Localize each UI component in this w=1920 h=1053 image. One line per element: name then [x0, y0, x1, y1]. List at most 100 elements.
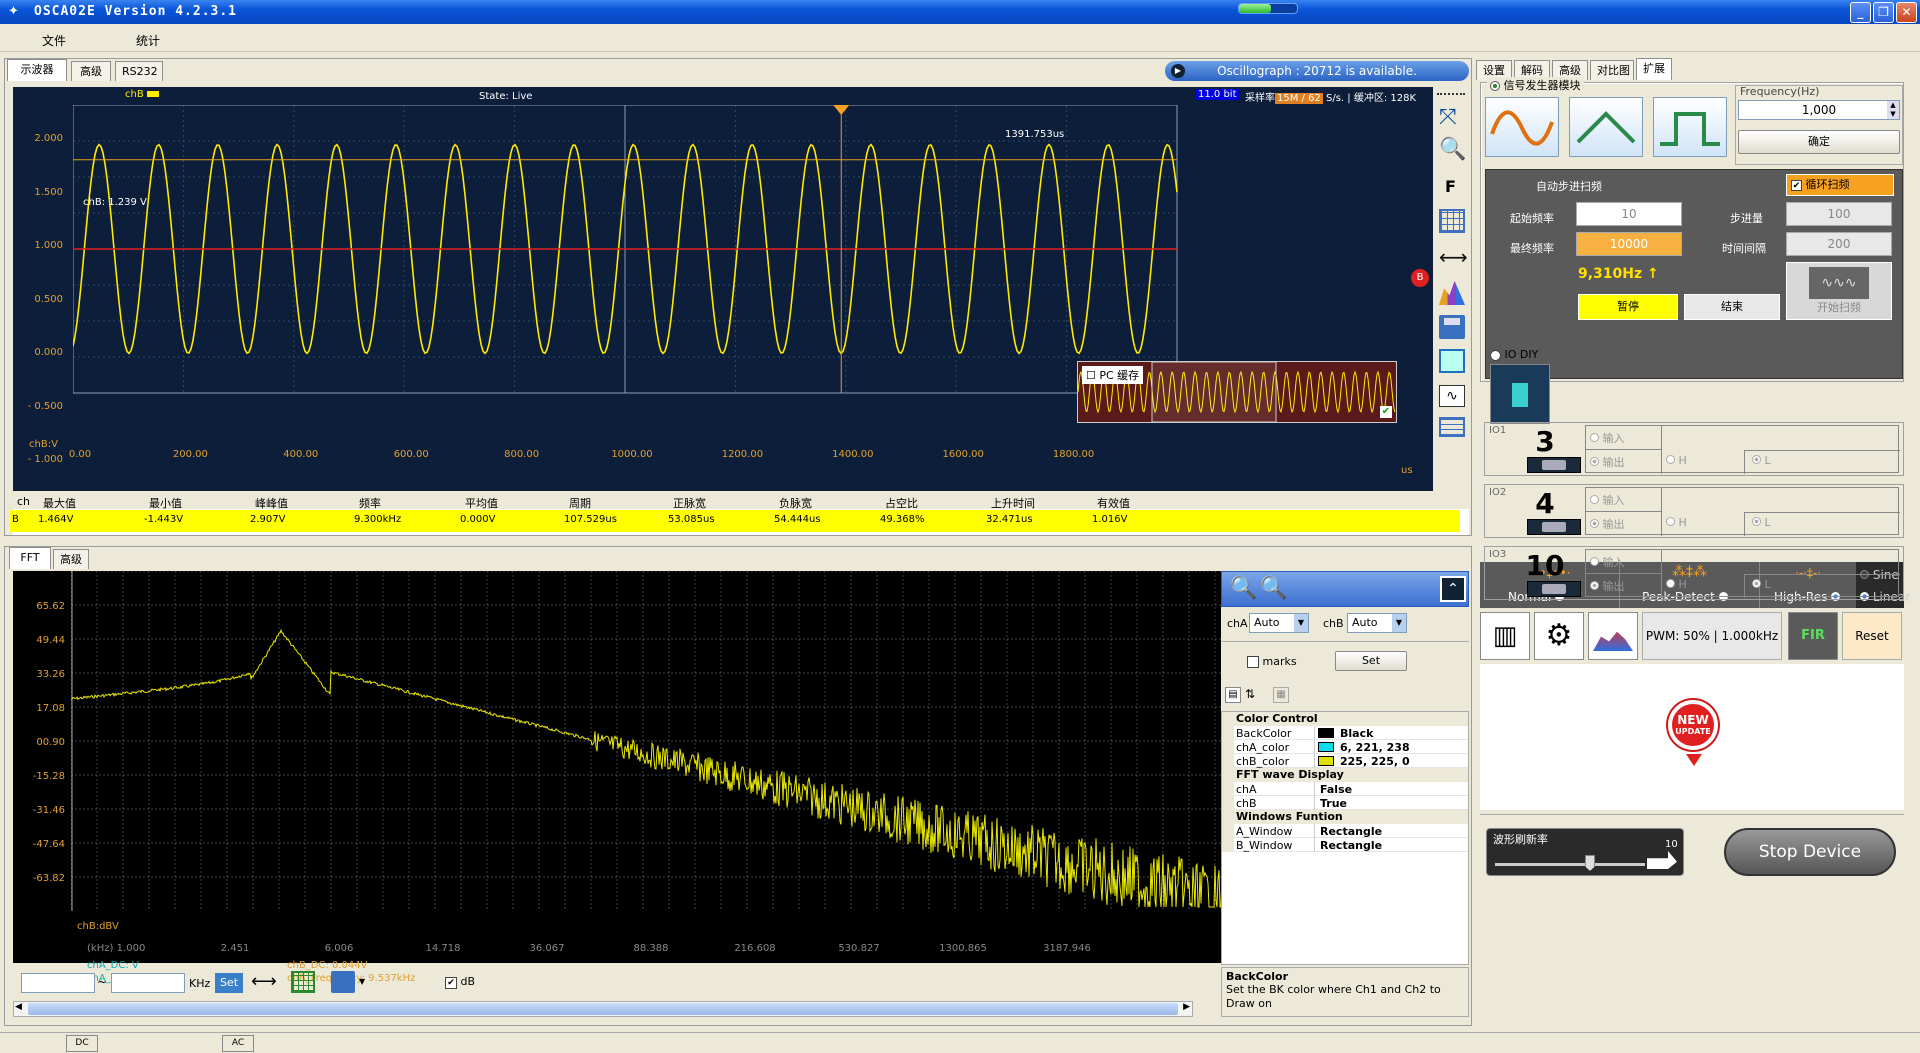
pwm-button[interactable]: PWM: 50% | 1.000kHz [1642, 612, 1782, 660]
io-diy-icon[interactable] [1490, 364, 1550, 424]
stop-device-button[interactable]: Stop Device [1724, 828, 1896, 876]
tab-rs232[interactable]: RS232 [115, 61, 163, 81]
grid-icon[interactable] [1439, 209, 1465, 233]
start-sweep-button[interactable]: ∿∿∿ 开始扫频 [1786, 262, 1892, 320]
close-button[interactable]: ✕ [1896, 2, 1917, 23]
io-diy-radio[interactable]: IO DIY [1490, 348, 1538, 361]
fft-grid-icon[interactable] [291, 971, 315, 993]
categorized-icon[interactable]: ▤ [1225, 687, 1241, 703]
io-input-radio[interactable]: 输入 [1586, 426, 1662, 450]
fft-horizontal-scrollbar[interactable]: ◀ ▶ [13, 1001, 1193, 1017]
fft-zoom-out-icon[interactable]: 🔍 [1260, 576, 1287, 601]
freq-max-input[interactable] [111, 973, 185, 993]
cha-mode-select[interactable]: Auto ▼ [1249, 613, 1309, 633]
maximize-button[interactable]: ❐ [1873, 2, 1894, 23]
property-group[interactable]: Windows Funtion [1222, 810, 1468, 824]
table-icon[interactable] [1439, 417, 1465, 437]
fft-zoom-in-icon[interactable]: 🔍 [1230, 576, 1257, 601]
siggen-title[interactable]: 信号发生器模块 [1487, 77, 1584, 93]
marks-checkbox[interactable]: marks [1247, 655, 1297, 668]
property-row[interactable]: BackColor Black [1222, 726, 1468, 740]
io-low-radio[interactable]: L [1752, 454, 1771, 467]
measurement-row-b-bar[interactable]: B 1.464V -1.443V 2.907V 9.300kHz 0.000V 107.52… [10, 510, 1460, 532]
new-update-badge[interactable]: NEW UPDATE [1668, 700, 1718, 750]
minimize-button[interactable]: _ [1850, 2, 1871, 23]
interval-input[interactable]: 200 [1786, 232, 1892, 256]
marks-set-button[interactable]: Set [1335, 651, 1407, 671]
spectrum-chart-button[interactable] [1588, 612, 1638, 660]
pc-cache-overview[interactable]: ☐ PC 缓存 ✔ [1077, 361, 1397, 423]
measure-width-icon[interactable]: ⟷ [1439, 245, 1468, 269]
triangle-wave-button[interactable] [1569, 97, 1643, 157]
property-group[interactable]: Color Control [1222, 712, 1468, 726]
frequency-input[interactable]: 1,000 ▲ ▼ [1738, 100, 1900, 120]
dc-button[interactable]: DC [66, 1035, 98, 1052]
pause-button[interactable]: 暂停 [1578, 294, 1678, 320]
io-output-radio[interactable]: 输出 [1586, 512, 1662, 536]
property-row[interactable]: chB True [1222, 796, 1468, 810]
tab-advanced[interactable]: 高级 [71, 61, 111, 81]
collapse-icon[interactable]: ⌃ [1440, 576, 1466, 602]
tab-fft[interactable]: FFT [9, 547, 51, 569]
ac-button[interactable]: AC [222, 1035, 254, 1052]
spectrum-icon[interactable] [1439, 281, 1465, 305]
loop-sweep-checkbox[interactable]: ✔ 循环扫频 [1786, 174, 1894, 196]
frequency-confirm-button[interactable]: 确定 [1738, 130, 1900, 154]
bar-stats-button[interactable]: ▥ [1480, 612, 1530, 660]
io-high-radio[interactable]: H [1666, 516, 1687, 529]
sort-az-icon[interactable]: ⇅ [1245, 687, 1255, 701]
io-high-radio[interactable]: H [1666, 578, 1687, 591]
step-input[interactable]: 100 [1786, 202, 1892, 226]
picture-icon[interactable] [1439, 349, 1465, 373]
square-wave-button[interactable] [1653, 97, 1727, 157]
menu-file[interactable]: 文件 [42, 32, 66, 49]
property-row[interactable]: chB_color 225, 225, 0 [1222, 754, 1468, 768]
tab-oscilloscope[interactable]: 示波器 [7, 59, 67, 81]
fft-save-icon[interactable] [331, 971, 355, 993]
trigger-marker-b[interactable]: B [1411, 269, 1429, 287]
io-high-radio[interactable]: H [1666, 454, 1687, 467]
end-button[interactable]: 结束 [1684, 294, 1780, 320]
fft-width-icon[interactable]: ⟷ [251, 971, 277, 992]
reset-button[interactable]: Reset [1842, 612, 1902, 660]
db-checkbox[interactable]: ✔ dB [445, 975, 475, 989]
fft-toggle-icon[interactable]: F [1445, 177, 1456, 196]
menu-statistics[interactable]: 统计 [136, 32, 160, 49]
fir-button[interactable]: FIR [1788, 612, 1838, 660]
zoom-icon[interactable]: 🔍 [1439, 137, 1466, 162]
property-row[interactable]: chA False [1222, 782, 1468, 796]
tab-extend[interactable]: 扩展 [1636, 58, 1672, 80]
save-icon[interactable] [1439, 315, 1465, 339]
gear-button[interactable]: ⚙ [1534, 612, 1584, 660]
io-low-radio[interactable]: L [1752, 516, 1771, 529]
refresh-slider-track[interactable] [1495, 863, 1645, 866]
io-input-radio[interactable]: 输入 [1586, 550, 1662, 574]
property-grid[interactable]: Color Control BackColor Black chA_color 6, 2… [1221, 711, 1469, 965]
property-row[interactable]: chA_color 6, 221, 238 [1222, 740, 1468, 754]
refresh-slider-thumb[interactable] [1585, 855, 1595, 871]
pc-cache-checkbox[interactable]: ☐ PC 缓存 [1082, 366, 1144, 384]
fft-set-button[interactable]: Set [215, 973, 243, 993]
scope-display[interactable]: chB State: Live 11.0 bit 采样率 15M / 62 S/s… [13, 87, 1433, 572]
chb-mode-select[interactable]: Auto ▼ [1347, 613, 1407, 633]
tab-fft-advanced[interactable]: 高级 [53, 549, 89, 569]
start-freq-input[interactable]: 10 [1576, 202, 1682, 226]
sine-wave-button[interactable] [1485, 97, 1559, 157]
play-icon[interactable]: ▶ [1171, 64, 1185, 78]
waveform-icon[interactable]: ∿ [1439, 385, 1465, 407]
io-output-radio[interactable]: 输出 [1586, 574, 1662, 598]
fit-screen-icon[interactable]: ⤧ [1439, 105, 1457, 130]
fft-plot[interactable] [71, 571, 1223, 911]
fft-display[interactable]: chB:dBV (kHz) chA_DC: VchA_Frequency: ch… [13, 571, 1225, 984]
property-group[interactable]: FFT wave Display [1222, 768, 1468, 782]
overview-check[interactable]: ✔ [1380, 406, 1392, 418]
property-row[interactable]: A_Window Rectangle [1222, 824, 1468, 838]
tab-compare[interactable]: 对比图 [1590, 60, 1634, 80]
fft-save-dropdown-icon[interactable]: ▼ [359, 977, 365, 986]
io-output-radio[interactable]: 输出 [1586, 450, 1662, 474]
end-freq-input[interactable]: 10000 [1576, 232, 1682, 256]
freq-min-input[interactable] [21, 973, 95, 993]
io-low-radio[interactable]: L [1752, 578, 1771, 591]
property-pages-icon[interactable]: ▦ [1273, 687, 1289, 703]
io-input-radio[interactable]: 输入 [1586, 488, 1662, 512]
